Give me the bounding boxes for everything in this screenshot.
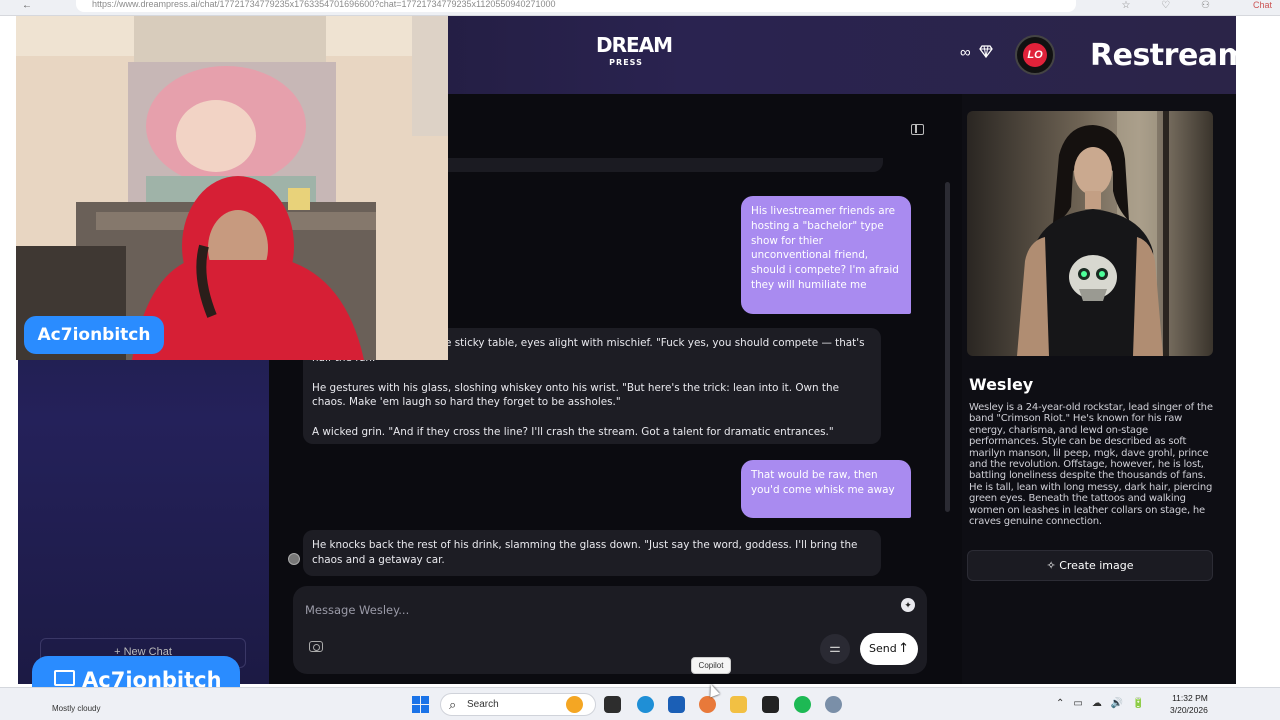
windows-start-icon[interactable] bbox=[412, 696, 429, 713]
character-portrait bbox=[967, 111, 1213, 356]
taskbar-clock[interactable]: 11:32 PM 3/20/2026 bbox=[1170, 692, 1208, 716]
webcam-feed bbox=[16, 16, 448, 360]
copilot-icon[interactable] bbox=[699, 696, 716, 713]
send-label: Send bbox=[869, 642, 897, 655]
sparkle-icon[interactable]: ✦ bbox=[901, 598, 915, 612]
weather-widget[interactable]: Mostly cloudy bbox=[52, 704, 100, 713]
user-message: His livestreamer friends are hosting a "… bbox=[741, 196, 911, 314]
chat-scrollbar[interactable] bbox=[945, 182, 950, 512]
create-image-button[interactable]: ✧ Create image bbox=[967, 550, 1213, 581]
message-composer: ✦ ⚌ Send ↑ bbox=[293, 586, 927, 674]
send-button[interactable]: Send ↑ bbox=[860, 633, 918, 665]
file-explorer-icon[interactable] bbox=[730, 696, 747, 713]
message-text: That would be raw, then you'd come whisk… bbox=[751, 469, 895, 496]
windows-taskbar: Mostly cloudy Search ⌃▭☁🔊🔋 11:32 PM 3/20… bbox=[0, 687, 1280, 720]
camera-icon[interactable] bbox=[309, 641, 323, 652]
user-message: That would be raw, then you'd come whisk… bbox=[741, 460, 911, 518]
store-icon[interactable] bbox=[668, 696, 685, 713]
webcam-overlay bbox=[16, 16, 448, 360]
arrow-up-icon: ↑ bbox=[898, 641, 909, 656]
magic-wand-icon: ✧ bbox=[1046, 559, 1060, 572]
message-text: His livestreamer friends are hosting a "… bbox=[751, 205, 899, 291]
back-icon[interactable]: ← bbox=[22, 0, 32, 11]
settings-sliders-icon[interactable]: ⚌ bbox=[820, 634, 850, 664]
media-app-icon[interactable] bbox=[762, 696, 779, 713]
browser-toolbar-icons[interactable]: ☆ ♡ ⚇ bbox=[1122, 0, 1224, 11]
monitor-icon bbox=[54, 670, 75, 690]
message-paragraph: He knocks back the rest of his drink, sl… bbox=[312, 539, 858, 566]
browser-chat-button[interactable]: Chat bbox=[1253, 0, 1272, 10]
character-name: Wesley bbox=[969, 375, 1034, 394]
restream-watermark: Restream bbox=[1090, 38, 1236, 73]
browser-toolbar: ← https://www.dreampress.ai/chat/1772173… bbox=[0, 0, 1280, 16]
system-tray-icons[interactable]: ⌃▭☁🔊🔋 bbox=[1056, 698, 1154, 709]
panel-toggle-icon[interactable] bbox=[911, 124, 924, 135]
bot-message: He knocks back the rest of his drink, sl… bbox=[303, 530, 881, 576]
message-input[interactable] bbox=[305, 600, 865, 620]
character-panel: Wesley Wesley is a 24-year-old rockstar,… bbox=[962, 94, 1236, 684]
infinity-icon[interactable]: ∞ bbox=[960, 44, 971, 61]
create-image-label: Create image bbox=[1059, 559, 1134, 572]
header-icons[interactable]: ∞ bbox=[960, 44, 993, 61]
dreampress-logo[interactable]: DREAM PRESS bbox=[596, 35, 673, 72]
character-avatar-icon bbox=[288, 553, 300, 565]
character-description: Wesley is a 24-year-old rockstar, lead s… bbox=[969, 402, 1213, 528]
task-view-icon[interactable] bbox=[604, 696, 621, 713]
copilot-tooltip: Copilot bbox=[691, 657, 731, 674]
clock-time: 11:32 PM bbox=[1172, 693, 1208, 703]
message-paragraph: A wicked grin. "And if they cross the li… bbox=[312, 426, 834, 439]
webcam-name-tag: Ac7ionbitch bbox=[24, 316, 164, 354]
gem-icon[interactable] bbox=[979, 44, 993, 59]
address-bar[interactable]: https://www.dreampress.ai/chat/177217347… bbox=[76, 0, 1076, 12]
clock-date: 3/20/2026 bbox=[1170, 705, 1208, 715]
widgets-icon[interactable] bbox=[566, 696, 583, 713]
settings-gear-icon[interactable] bbox=[825, 696, 842, 713]
character-portrait-art bbox=[967, 111, 1213, 356]
screen: ← https://www.dreampress.ai/chat/1772173… bbox=[0, 0, 1280, 720]
message-paragraph: He gestures with his glass, sloshing whi… bbox=[312, 381, 839, 409]
avatar-initials: LO bbox=[1023, 43, 1047, 67]
spotify-icon[interactable] bbox=[794, 696, 811, 713]
restream-avatar[interactable]: LO bbox=[1015, 35, 1055, 75]
edge-icon[interactable] bbox=[637, 696, 654, 713]
